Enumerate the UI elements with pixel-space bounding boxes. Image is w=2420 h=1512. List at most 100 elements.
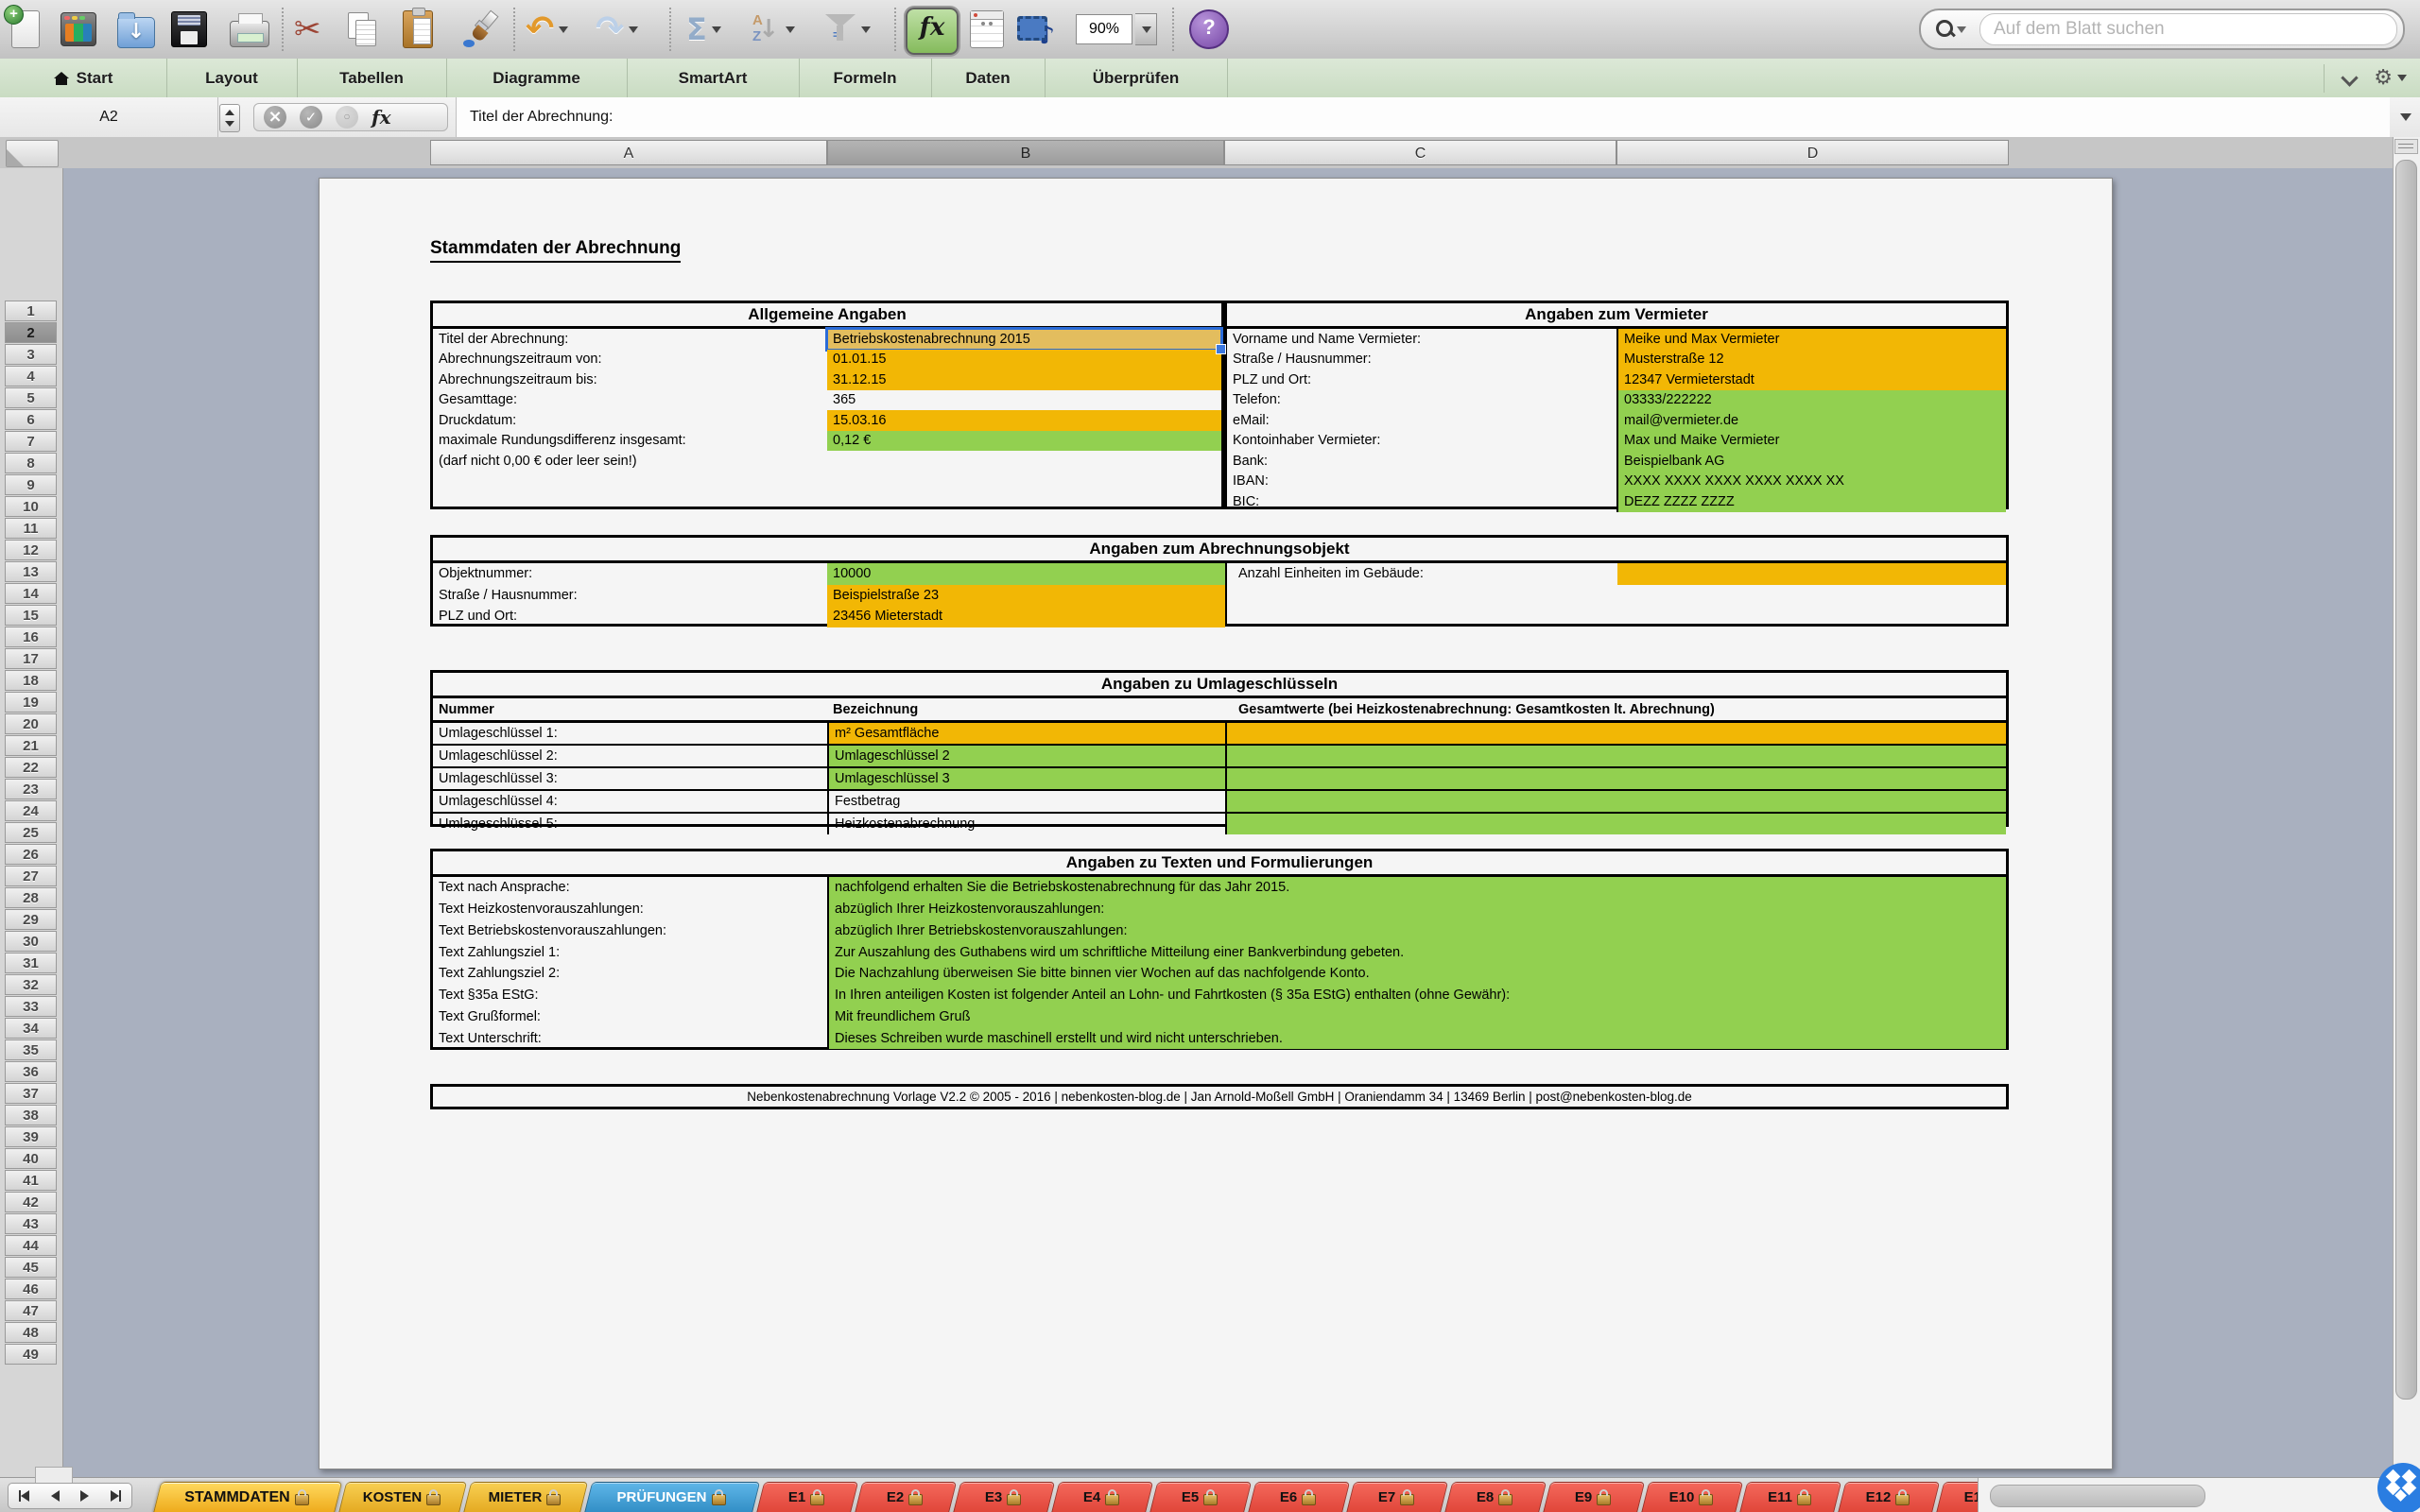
show-gallery-button[interactable] <box>60 6 96 53</box>
column-header-C[interactable]: C <box>1224 140 1616 165</box>
row-header-43[interactable]: 43 <box>5 1213 57 1234</box>
cell-label[interactable]: Umlageschlüssel 3: <box>433 768 826 789</box>
row-header-21[interactable]: 21 <box>5 735 57 756</box>
sheet-tab-label[interactable]: E4 <box>1055 1482 1148 1512</box>
row-header-30[interactable]: 30 <box>5 931 57 952</box>
tab-tabellen[interactable]: Tabellen <box>297 59 447 97</box>
sheet-tab-label[interactable]: E8 <box>1448 1482 1541 1512</box>
open-button[interactable] <box>117 6 155 53</box>
cell-label[interactable]: Umlageschlüssel 4: <box>433 791 826 812</box>
row-header-32[interactable]: 32 <box>5 974 57 995</box>
cell-label[interactable]: Vorname und Name Vermieter: <box>1227 329 1616 350</box>
sheet-tab-label[interactable]: E7 <box>1350 1482 1443 1512</box>
sheet-tab-label[interactable]: MIETER <box>467 1482 582 1512</box>
row-header-14[interactable]: 14 <box>5 583 57 604</box>
cell-label[interactable]: Straße / Hausnummer: <box>433 585 826 607</box>
row-header-4[interactable]: 4 <box>5 366 57 387</box>
zoom-dropdown-button[interactable] <box>1135 13 1157 45</box>
cell-label[interactable]: Straße / Hausnummer: <box>1227 350 1616 370</box>
column-header-D[interactable]: D <box>1616 140 2009 165</box>
cell-value[interactable]: Max und Maike Vermieter <box>1616 431 2006 452</box>
row-header-3[interactable]: 3 <box>5 344 57 365</box>
cell-value[interactable]: Die Nachzahlung überweisen Sie bitte bin… <box>827 963 2006 985</box>
vertical-scrollbar[interactable] <box>2393 137 2420 1477</box>
cell-label[interactable]: Abrechnungszeitraum bis: <box>433 369 827 390</box>
autosum-button[interactable] <box>686 6 721 53</box>
cell-label[interactable]: Text Grußformel: <box>433 1006 826 1028</box>
search-box[interactable]: Auf dem Blatt suchen <box>1919 9 2405 50</box>
sheet-tab-label[interactable]: E1 <box>760 1482 853 1512</box>
row-header-23[interactable]: 23 <box>5 779 57 799</box>
row-header-19[interactable]: 19 <box>5 692 57 713</box>
cell-label[interactable]: Text Unterschrift: <box>433 1028 826 1050</box>
cell-label[interactable]: Text Heizkostenvorauszahlungen: <box>433 899 826 920</box>
row-header-38[interactable]: 38 <box>5 1105 57 1125</box>
copy-button[interactable] <box>348 6 376 53</box>
select-all-corner[interactable] <box>6 140 59 167</box>
cell-label[interactable]: (darf nicht 0,00 € oder leer sein!) <box>433 451 827 472</box>
row-header-25[interactable]: 25 <box>5 822 57 843</box>
media-browser-button[interactable] <box>1017 6 1053 53</box>
row-header-10[interactable]: 10 <box>5 496 57 517</box>
row-header-31[interactable]: 31 <box>5 953 57 973</box>
tab-diagramme[interactable]: Diagramme <box>446 59 628 97</box>
print-button[interactable] <box>230 6 269 53</box>
selection-handle[interactable] <box>1216 344 1226 354</box>
format-painter-button[interactable] <box>459 6 495 53</box>
formula-builder-button[interactable] <box>906 8 959 55</box>
collapse-ribbon-chevron-icon[interactable] <box>2342 71 2357 86</box>
dropbox-icon[interactable] <box>2377 1463 2420 1512</box>
sheet-tab-label[interactable]: E10 <box>1645 1482 1737 1512</box>
cell-value[interactable]: 03333/222222 <box>1616 390 2006 411</box>
cell-label[interactable]: PLZ und Ort: <box>1227 369 1616 390</box>
row-header-18[interactable]: 18 <box>5 670 57 691</box>
row-header-34[interactable]: 34 <box>5 1018 57 1039</box>
row-header-40[interactable]: 40 <box>5 1148 57 1169</box>
horizontal-scroll-thumb[interactable] <box>1990 1485 2205 1507</box>
sheet-tab-label[interactable]: E3 <box>957 1482 1049 1512</box>
split-handle[interactable] <box>2394 139 2418 154</box>
cell-label[interactable]: Telefon: <box>1227 390 1616 411</box>
previous-sheet-button[interactable] <box>51 1490 60 1502</box>
cell-value[interactable] <box>1225 814 2006 834</box>
tab-formeln[interactable]: Formeln <box>799 59 932 97</box>
row-header-27[interactable]: 27 <box>5 866 57 886</box>
cell-value[interactable]: XXXX XXXX XXXX XXXX XXXX XX <box>1616 472 2006 492</box>
cancel-icon[interactable] <box>264 106 286 129</box>
row-header-49[interactable]: 49 <box>5 1344 57 1365</box>
redo-button[interactable] <box>596 6 638 53</box>
cell-label[interactable]: Text Zahlungsziel 1: <box>433 941 826 963</box>
cell-value[interactable]: Umlageschlüssel 2 <box>827 746 1225 766</box>
sheet-tab-label[interactable]: KOSTEN <box>342 1482 461 1512</box>
cell-value[interactable]: 23456 Mieterstadt <box>827 606 1225 627</box>
tab-ueberpruefen[interactable]: Überprüfen <box>1045 59 1228 97</box>
cell-value[interactable]: 15.03.16 <box>827 410 1221 431</box>
row-header-35[interactable]: 35 <box>5 1040 57 1060</box>
row-header-16[interactable]: 16 <box>5 627 57 647</box>
row-header-22[interactable]: 22 <box>5 757 57 778</box>
cell-value[interactable] <box>1617 563 2006 585</box>
row-header-2[interactable]: 2 <box>5 322 57 343</box>
cell-label[interactable]: Text Zahlungsziel 2: <box>433 963 826 985</box>
sheet-tab-label[interactable]: PRÜFUNGEN <box>588 1482 754 1512</box>
search-scope-caret[interactable] <box>1957 26 1966 33</box>
cell-label[interactable]: Abrechnungszeitraum von: <box>433 350 827 370</box>
cell-label[interactable]: Bank: <box>1227 451 1616 472</box>
accept-icon[interactable] <box>300 106 322 129</box>
cell-label[interactable]: Kontoinhaber Vermieter: <box>1227 431 1616 452</box>
cell-label[interactable]: Text nach Ansprache: <box>433 877 826 899</box>
cell-value[interactable]: In Ihren anteiligen Kosten ist folgender… <box>827 985 2006 1006</box>
row-header-6[interactable]: 6 <box>5 409 57 430</box>
row-header-46[interactable]: 46 <box>5 1279 57 1299</box>
cell-value[interactable]: abzüglich Ihrer Heizkostenvorauszahlunge… <box>827 899 2006 920</box>
cell-value[interactable]: Betriebskostenabrechnung 2015 <box>827 329 1221 350</box>
footer-cell[interactable]: Nebenkostenabrechnung Vorlage V2.2 © 200… <box>430 1084 2009 1109</box>
column-header-B[interactable]: B <box>827 140 1224 165</box>
horizontal-scrollbar[interactable] <box>1978 1478 2420 1512</box>
cell-value[interactable] <box>1225 723 2006 744</box>
cell-value[interactable] <box>1225 746 2006 766</box>
cell-value[interactable]: 365 <box>827 390 1221 411</box>
paste-button[interactable] <box>403 6 433 53</box>
cell-value[interactable]: Dieses Schreiben wurde maschinell erstel… <box>827 1028 2006 1050</box>
help-button[interactable] <box>1189 6 1229 53</box>
